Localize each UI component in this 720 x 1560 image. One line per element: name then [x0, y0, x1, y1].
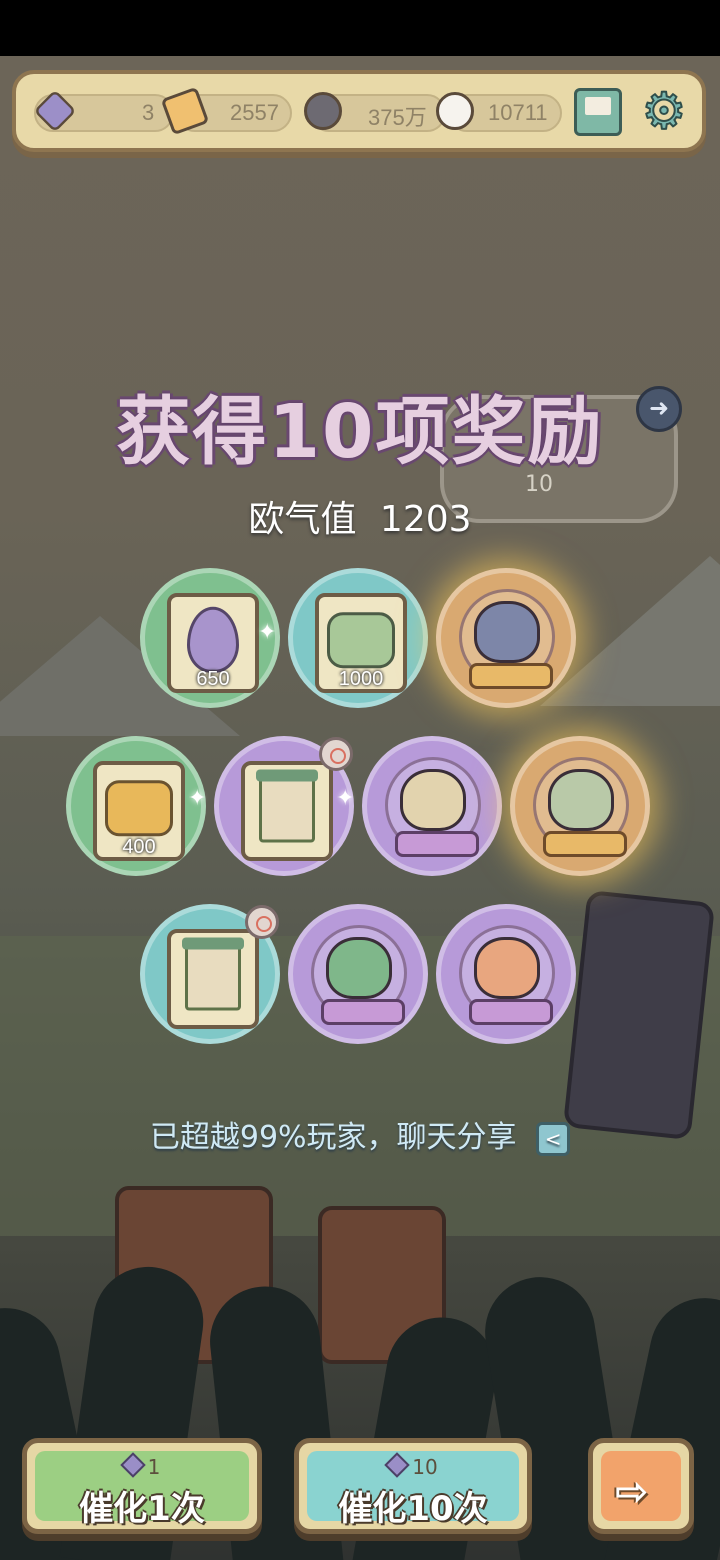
- next-button[interactable]: ⇨: [588, 1438, 694, 1534]
- reward-item[interactable]: [214, 736, 354, 876]
- reward-item[interactable]: [362, 736, 502, 876]
- ten-cost: 10: [412, 1455, 438, 1479]
- reward-title: 获得10项奖励: [116, 389, 604, 475]
- reward-item[interactable]: [510, 736, 650, 876]
- share-text[interactable]: 已超越99%玩家，聊天分享: [150, 1120, 517, 1155]
- gem-count: 3: [142, 100, 155, 125]
- creature-icon: [548, 768, 614, 831]
- share-icon[interactable]: <: [536, 1121, 571, 1156]
- reward-item[interactable]: 1000: [288, 568, 428, 708]
- creature-icon: [474, 936, 540, 999]
- arrow-right-icon: ⇨: [615, 1469, 649, 1515]
- once-label: 催化1次: [79, 1489, 205, 1529]
- item-card: [241, 761, 333, 861]
- cost-row: 10: [299, 1452, 527, 1479]
- reward-item[interactable]: 400: [66, 736, 206, 876]
- creature-icon: [400, 768, 466, 831]
- creature-icon: [474, 600, 540, 663]
- rune-stone-icon: [327, 612, 395, 669]
- cost-row: 1: [27, 1452, 257, 1479]
- reward-item[interactable]: [140, 904, 280, 1044]
- ticket-count: 2557: [230, 100, 279, 125]
- background-rock: [562, 889, 716, 1141]
- creature-plinth: [321, 999, 405, 1025]
- reward-item[interactable]: [436, 904, 576, 1044]
- gear-icon[interactable]: ⚙: [638, 85, 690, 138]
- creature-plinth: [469, 663, 553, 689]
- item-count: 1000: [338, 668, 384, 690]
- status-bar: [0, 0, 720, 56]
- ten-label: 催化10次: [338, 1489, 488, 1529]
- new-badge-icon: [319, 737, 353, 771]
- creature-plinth: [469, 999, 553, 1025]
- sparkle-icon: ✦: [258, 620, 277, 645]
- once-cost: 1: [147, 1455, 161, 1479]
- item-card: [167, 929, 259, 1029]
- ore-icon: [105, 780, 173, 837]
- sparkle-icon: ✦: [336, 786, 355, 811]
- spirit-count: 10711: [488, 100, 548, 125]
- reward-item[interactable]: [288, 904, 428, 1044]
- creature-icon: [326, 936, 392, 999]
- crystal-gem-icon: [384, 1452, 410, 1478]
- crystal-gem-icon: [119, 1452, 146, 1478]
- luck-label: 欧气值: [248, 499, 357, 540]
- new-badge-icon: [245, 905, 279, 939]
- catalyze-once-button[interactable]: 1 催化1次: [22, 1438, 262, 1534]
- catalyze-ten-button[interactable]: 10 催化10次: [294, 1438, 532, 1534]
- luck-row: 欧气值 1203: [0, 490, 720, 542]
- scroll-icon: [256, 769, 318, 843]
- item-count: 400: [122, 836, 156, 858]
- mail-icon[interactable]: [574, 88, 622, 136]
- egg-icon: [187, 606, 239, 673]
- item-count: 650: [196, 668, 230, 690]
- creature-plinth: [395, 831, 479, 857]
- luck-value: 1203: [379, 499, 472, 540]
- creature-plinth: [543, 831, 627, 857]
- sparkle-icon: ✦: [188, 786, 207, 811]
- share-row[interactable]: 已超越99%玩家，聊天分享 <: [0, 1112, 720, 1156]
- resource-bar: 3 2557 375万 10711 ⚙: [12, 70, 706, 152]
- reward-item[interactable]: [436, 568, 576, 708]
- soul-count: 375万: [368, 105, 427, 130]
- white-ghost-icon: [436, 92, 474, 130]
- dark-ghost-icon: [304, 92, 342, 130]
- scroll-icon: [182, 937, 244, 1011]
